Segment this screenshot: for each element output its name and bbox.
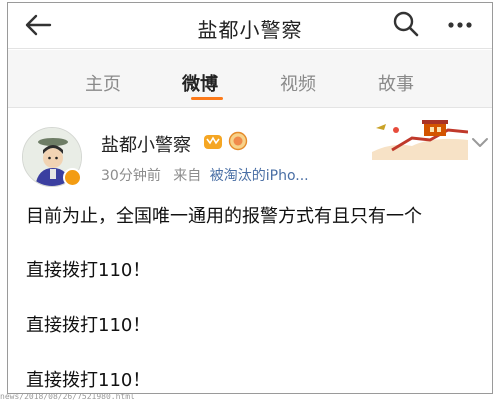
post-meta: 30分钟前 来自 被淘汰的iPho...	[101, 165, 309, 185]
weibo-screen: 盐都小警察 主页 微博 视频 故事 盐都小警察 30分钟前 来自 被淘汰的iPh…	[7, 2, 493, 394]
post-time: 30分钟前	[101, 168, 161, 184]
great-wall-card-decoration-icon	[372, 120, 468, 160]
author-name[interactable]: 盐都小警察	[101, 131, 191, 157]
tab-story[interactable]: 故事	[378, 70, 414, 96]
verified-badge-icon	[63, 168, 82, 187]
post-text-line: 目前为止，全国唯一通用的报警方式有且只有一个	[26, 206, 422, 227]
tab-bar: 主页 微博 视频 故事	[8, 50, 492, 108]
top-bar: 盐都小警察	[8, 3, 492, 49]
tab-weibo[interactable]: 微博	[182, 70, 218, 96]
tab-home[interactable]: 主页	[85, 70, 121, 96]
post-text-line: 直接拨打110！	[26, 370, 151, 391]
medal-icon	[228, 131, 248, 151]
chevron-down-icon[interactable]	[469, 131, 491, 153]
post-text-line: 直接拨打110！	[26, 260, 151, 281]
active-tab-indicator	[191, 97, 223, 100]
post-source[interactable]: 被淘汰的iPho...	[210, 168, 309, 184]
tab-video[interactable]: 视频	[280, 70, 316, 96]
post-text-line: 直接拨打110！	[26, 315, 151, 336]
more-dots-icon[interactable]	[445, 9, 475, 39]
vip-crown-icon	[204, 135, 222, 149]
source-url: news/2018/08/26/7521980.html	[0, 392, 135, 400]
source-prefix: 来自	[173, 168, 202, 184]
search-icon[interactable]	[391, 9, 421, 39]
